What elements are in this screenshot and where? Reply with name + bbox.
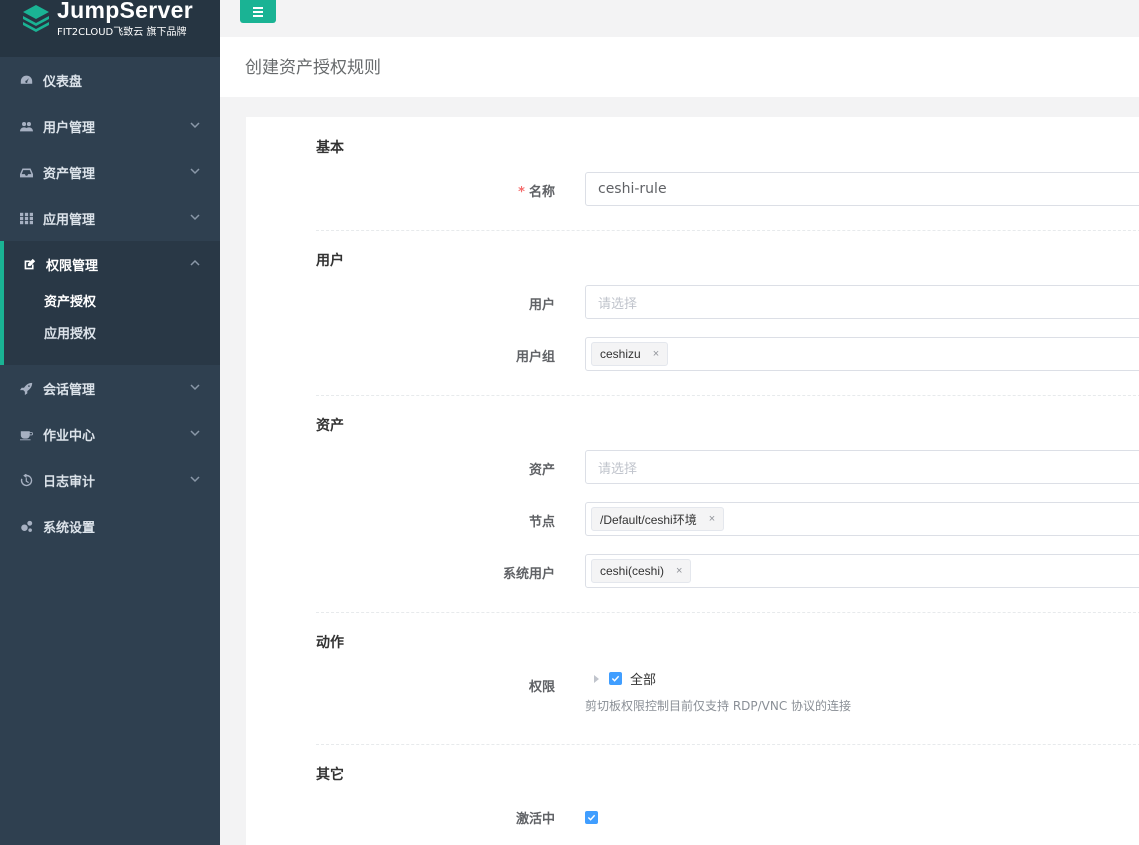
sidebar-item-sessions[interactable]: 会话管理	[0, 365, 220, 411]
sidebar-nav: 仪表盘 用户管理 资产管理 应用管理	[0, 57, 220, 241]
logo[interactable]: JumpServer FIT2CLOUD飞致云 旗下品牌	[0, 0, 220, 57]
is-active-label: 激活中	[515, 812, 555, 827]
history-icon	[20, 473, 33, 487]
user-group-tag: ceshizu ×	[591, 342, 669, 366]
jumpserver-logo-icon	[23, 5, 49, 32]
caret-right-icon[interactable]	[594, 674, 599, 683]
sidebar-item-applications[interactable]: 应用管理	[0, 195, 220, 241]
sidebar-nav-rest: 会话管理 作业中心 日志审计 系统设置	[0, 365, 220, 549]
users-select[interactable]: 请选择	[585, 285, 1139, 319]
users-select-placeholder: 请选择	[598, 296, 638, 312]
check-icon	[611, 675, 620, 682]
sidebar-item-label: 会话管理	[43, 382, 96, 398]
page-heading: 创建资产授权规则	[220, 37, 1139, 97]
tag-label: ceshizu	[600, 347, 641, 361]
sidebar-item-settings[interactable]: 系统设置	[0, 503, 220, 549]
page-title: 创建资产授权规则	[245, 58, 381, 78]
sidebar-item-label: 仪表盘	[43, 74, 83, 90]
sidebar-item-audits[interactable]: 日志审计	[0, 457, 220, 503]
chevron-down-icon	[190, 119, 200, 129]
is-active-checkbox[interactable]	[585, 811, 598, 824]
sidebar-item-label: 资产管理	[43, 166, 96, 182]
name-label: * 名称	[518, 181, 555, 200]
assets-select-placeholder: 请选择	[598, 461, 638, 477]
sidebar-item-dashboard[interactable]: 仪表盘	[0, 57, 220, 103]
sidebar-subnav: 资产授权 应用授权	[4, 287, 220, 365]
sidebar-item-label: 应用管理	[43, 212, 96, 228]
section-title-basic: 基本	[316, 140, 344, 156]
section-title-user: 用户	[316, 253, 344, 269]
section-title-action: 动作	[316, 635, 344, 651]
sidebar-item-assets[interactable]: 资产管理	[0, 149, 220, 195]
permissions-help-text: 剪切板权限控制目前仅支持 RDP/VNC 协议的连接	[585, 699, 852, 713]
create-permission-form: 基本 * 名称 ceshi-rule 用户 用户 请选择 用户组 ceshizu ×…	[246, 117, 1139, 845]
sidebar-item-jobs[interactable]: 作业中心	[0, 411, 220, 457]
tag-label: /Default/ceshi环境	[600, 512, 697, 527]
sidebar-item-label: 作业中心	[43, 428, 96, 444]
tag-label: ceshi(ceshi)	[600, 564, 665, 578]
name-input-value: ceshi-rule	[598, 181, 667, 197]
permissions-tree: 全部	[594, 669, 656, 688]
section-title-other: 其它	[316, 767, 344, 783]
rocket-icon	[20, 382, 33, 395]
assets-label: 资产	[528, 463, 555, 478]
chevron-down-icon	[190, 381, 200, 391]
tag-close-icon[interactable]: ×	[653, 348, 659, 360]
chevron-down-icon	[190, 165, 200, 175]
sidebar-item-label: 权限管理	[46, 258, 99, 274]
user-groups-select[interactable]: ceshizu ×	[585, 337, 1139, 371]
sidebar-subitem-asset-permissions[interactable]: 资产授权	[4, 287, 220, 319]
coffee-icon	[20, 428, 33, 441]
check-icon	[587, 814, 596, 821]
permissions-label: 权限	[528, 680, 555, 695]
sidebar-item-label: 系统设置	[43, 520, 96, 536]
hamburger-icon	[253, 5, 263, 19]
edit-icon	[23, 258, 36, 271]
sidebar-group-permissions: 权限管理 资产授权 应用授权	[0, 241, 220, 365]
permissions-all-checkbox[interactable]	[609, 672, 622, 685]
node-tag: /Default/ceshi环境 ×	[591, 507, 725, 531]
users-icon	[20, 120, 33, 133]
name-label-text: 名称	[528, 185, 555, 200]
top-navbar	[220, 0, 1139, 37]
gears-icon	[20, 520, 33, 533]
grid-icon	[20, 212, 33, 225]
brand-tagline: FIT2CLOUD飞致云 旗下品牌	[57, 27, 187, 38]
sidebar: JumpServer FIT2CLOUD飞致云 旗下品牌 仪表盘 用户管理 资产…	[0, 0, 220, 845]
section-divider	[316, 612, 1139, 613]
section-divider	[316, 744, 1139, 745]
brand-name: JumpServer	[57, 0, 193, 23]
nodes-select[interactable]: /Default/ceshi环境 ×	[585, 502, 1139, 536]
section-divider	[316, 395, 1139, 396]
menu-toggle-button[interactable]	[240, 0, 276, 23]
chevron-down-icon	[190, 473, 200, 483]
nodes-label: 节点	[528, 515, 555, 530]
inbox-icon	[20, 166, 33, 179]
section-divider	[316, 230, 1139, 231]
system-user-tag: ceshi(ceshi) ×	[591, 559, 692, 583]
system-users-select[interactable]: ceshi(ceshi) ×	[585, 554, 1139, 588]
user-groups-label: 用户组	[515, 350, 555, 365]
chevron-down-icon	[190, 427, 200, 437]
sidebar-item-label: 用户管理	[43, 120, 96, 136]
sidebar-item-users[interactable]: 用户管理	[0, 103, 220, 149]
section-title-asset: 资产	[316, 418, 344, 434]
required-mark: *	[518, 185, 525, 200]
tag-close-icon[interactable]: ×	[676, 565, 682, 577]
system-users-label: 系统用户	[502, 567, 555, 582]
users-label: 用户	[528, 298, 555, 313]
sidebar-subitem-app-permissions[interactable]: 应用授权	[4, 319, 220, 351]
sidebar-item-label: 日志审计	[43, 474, 96, 490]
tag-close-icon[interactable]: ×	[709, 513, 715, 525]
assets-select[interactable]: 请选择	[585, 450, 1139, 484]
permissions-all-label: 全部	[630, 673, 657, 688]
dashboard-icon	[20, 74, 33, 87]
chevron-up-icon	[190, 257, 200, 267]
name-input[interactable]: ceshi-rule	[585, 172, 1139, 206]
chevron-down-icon	[190, 211, 200, 221]
sidebar-item-permissions[interactable]: 权限管理	[4, 241, 220, 287]
